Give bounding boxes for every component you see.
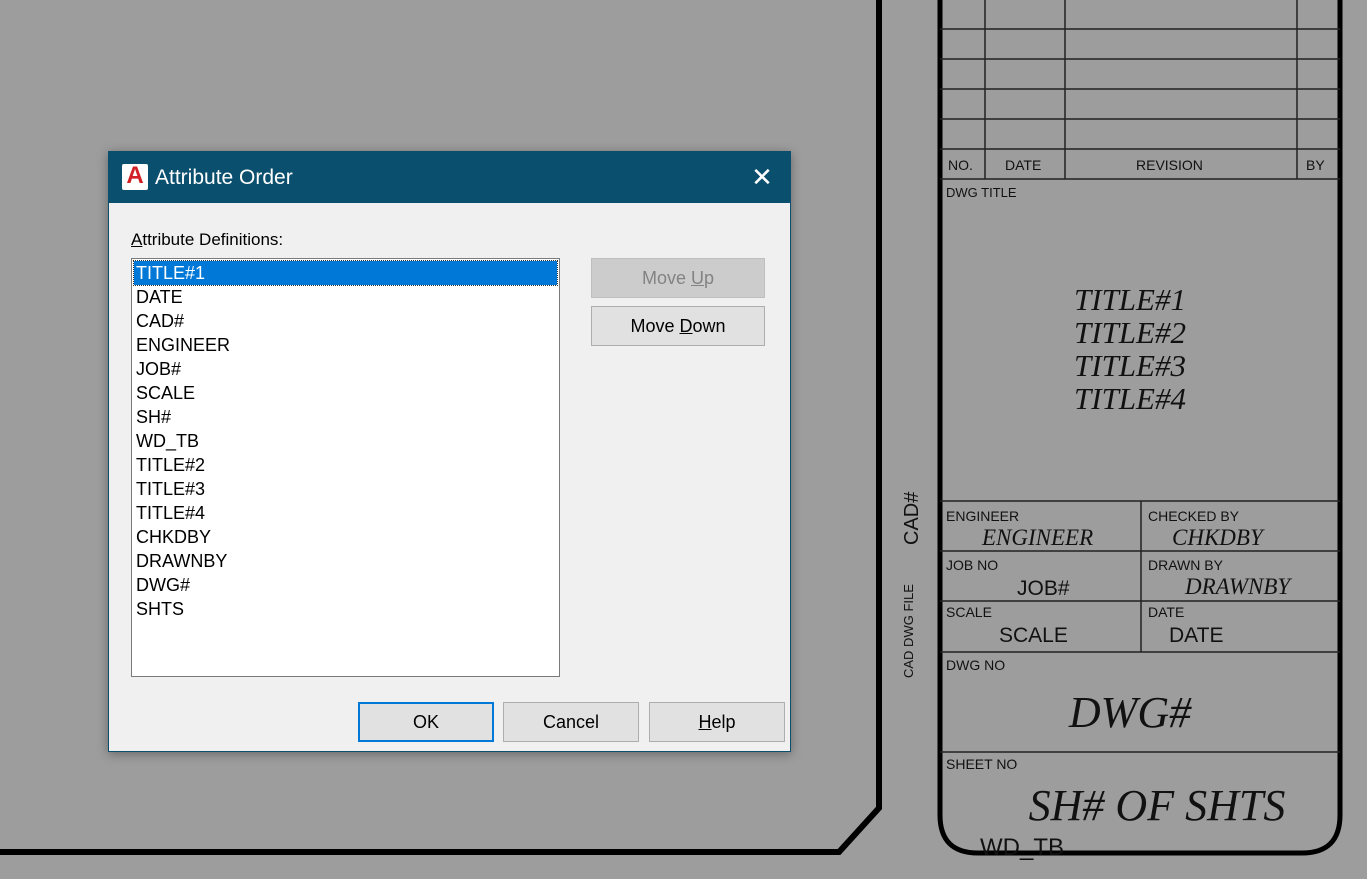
attribute-order-dialog: A Attribute Order ✕ Attribute Definition… xyxy=(108,151,791,752)
checked-by-label: CHECKED BY xyxy=(1148,508,1240,524)
drawn-by-label: DRAWN BY xyxy=(1148,557,1224,573)
title-2: TITLE#2 xyxy=(1074,315,1186,350)
attribute-list-item[interactable]: JOB# xyxy=(134,357,557,381)
title-1: TITLE#1 xyxy=(1074,282,1186,317)
close-icon[interactable]: ✕ xyxy=(734,152,790,203)
attribute-definitions-list[interactable]: TITLE#1 DATE CAD# ENGINEER JOB# SCALE SH# WD_TB… xyxy=(131,258,560,677)
attribute-list-item[interactable]: TITLE#3 xyxy=(134,477,557,501)
attribute-list-item[interactable]: SH# xyxy=(134,405,557,429)
rev-header-date: DATE xyxy=(1005,157,1041,173)
scale-value: SCALE xyxy=(999,624,1068,647)
autocad-logo-icon: A xyxy=(122,162,148,190)
job-no-label: JOB NO xyxy=(946,557,998,573)
ok-button[interactable]: OK xyxy=(358,702,494,742)
engineer-label: ENGINEER xyxy=(946,508,1019,524)
scale-label: SCALE xyxy=(946,604,992,620)
sheet-no-label: SHEET NO xyxy=(946,756,1017,772)
attribute-list-item[interactable]: TITLE#1 xyxy=(133,260,558,286)
attribute-list-item[interactable]: DWG# xyxy=(134,573,557,597)
attribute-list-item[interactable]: WD_TB xyxy=(134,429,557,453)
sheet-no-value: SH# OF SHTS xyxy=(1029,781,1286,830)
dialog-titlebar[interactable]: A Attribute Order ✕ xyxy=(109,152,790,203)
side-cad-number: CAD# xyxy=(901,491,923,545)
rev-header-no: NO. xyxy=(948,157,973,173)
attribute-list-item[interactable]: DATE xyxy=(134,285,557,309)
engineer-value: ENGINEER xyxy=(981,525,1093,550)
attribute-list-item[interactable]: CHKDBY xyxy=(134,525,557,549)
wd-tb-text: WD_TB xyxy=(980,834,1064,861)
cancel-button[interactable]: Cancel xyxy=(503,702,639,742)
help-button[interactable]: Help xyxy=(649,702,785,742)
side-cad-dwg-file: CAD DWG FILE xyxy=(901,584,916,678)
move-up-button[interactable]: Move Up xyxy=(591,258,765,298)
dwg-no-label: DWG NO xyxy=(946,657,1005,673)
move-down-button[interactable]: Move Down xyxy=(591,306,765,346)
dialog-title: Attribute Order xyxy=(155,166,293,189)
job-no-value: JOB# xyxy=(1017,577,1070,600)
dwg-title-label: DWG TITLE xyxy=(946,185,1017,200)
title-3: TITLE#3 xyxy=(1074,348,1186,383)
attribute-list-item[interactable]: SCALE xyxy=(134,381,557,405)
title-4: TITLE#4 xyxy=(1074,381,1186,416)
attribute-list-item[interactable]: TITLE#4 xyxy=(134,501,557,525)
attribute-list-item[interactable]: TITLE#2 xyxy=(134,453,557,477)
checked-by-value: CHKDBY xyxy=(1172,525,1265,550)
rev-header-revision: REVISION xyxy=(1136,157,1203,173)
attribute-list-item[interactable]: CAD# xyxy=(134,309,557,333)
date-label: DATE xyxy=(1148,604,1184,620)
rev-header-by: BY xyxy=(1306,157,1325,173)
date-value: DATE xyxy=(1169,624,1223,647)
dwg-no-value: DWG# xyxy=(1068,688,1192,737)
attribute-definitions-label: Attribute Definitions: xyxy=(131,230,284,249)
attribute-list-item[interactable]: ENGINEER xyxy=(134,333,557,357)
attribute-list-item[interactable]: SHTS xyxy=(134,597,557,621)
attribute-list-item[interactable]: DRAWNBY xyxy=(134,549,557,573)
drawn-by-value: DRAWNBY xyxy=(1184,574,1292,599)
